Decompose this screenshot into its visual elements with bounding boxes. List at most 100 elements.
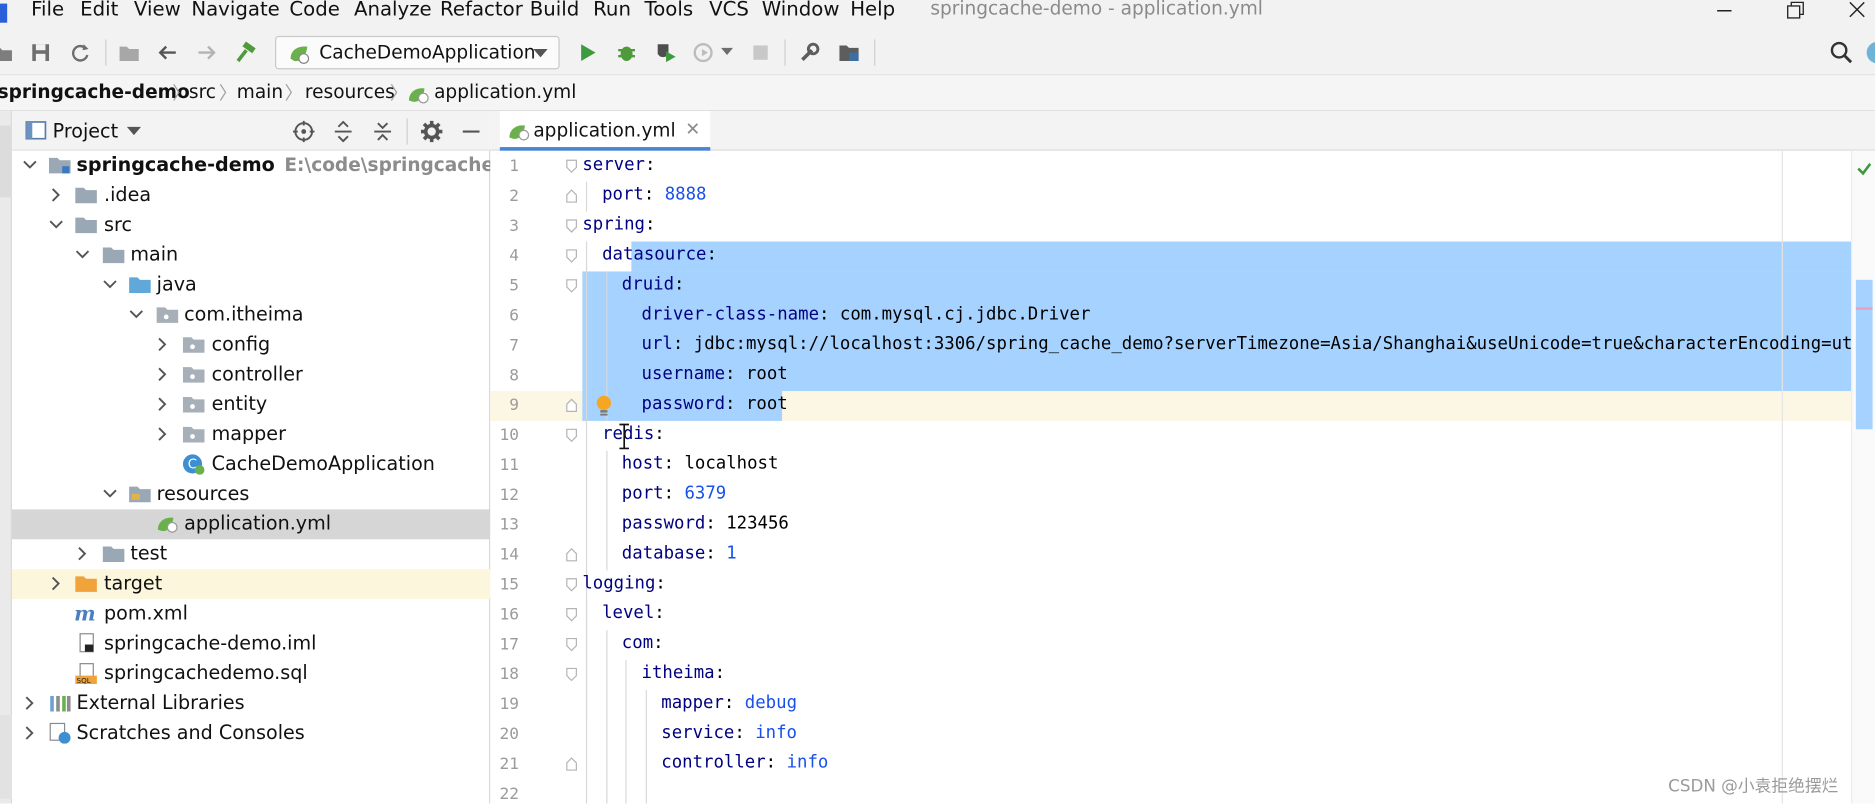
project-structure-icon[interactable]	[837, 41, 861, 65]
back-icon[interactable]	[155, 41, 179, 65]
tree-item-application-yml[interactable]: application.yml	[11, 509, 491, 540]
menu-refactor[interactable]: Refactor	[440, 0, 523, 20]
menu-navigate[interactable]: Navigate	[191, 0, 280, 20]
breadcrumb-resources[interactable]: resources	[305, 81, 395, 103]
fold-marker-icon[interactable]	[566, 548, 578, 562]
close-tab-icon[interactable]: ✕	[685, 118, 700, 140]
fold-marker-icon[interactable]	[566, 578, 578, 592]
tree-item-idea[interactable]: .idea	[12, 181, 490, 211]
menu-analyze[interactable]: Analyze	[354, 0, 432, 20]
fold-marker-icon[interactable]	[566, 249, 578, 263]
fold-marker-icon[interactable]	[566, 398, 578, 412]
chevron-down-icon[interactable]	[48, 216, 65, 233]
chevron-right-icon[interactable]	[154, 366, 171, 383]
tree-item-controller[interactable]: controller	[12, 360, 490, 390]
ide-assistant-icon[interactable]	[1865, 41, 1875, 65]
menu-help[interactable]: Help	[850, 0, 895, 20]
tree-item-test[interactable]: test	[12, 539, 490, 569]
menu-vcs[interactable]: VCS	[709, 0, 749, 20]
run-configuration-select[interactable]: CacheDemoApplication	[275, 35, 560, 70]
hide-panel-icon[interactable]	[460, 121, 482, 143]
chevron-down-icon[interactable]	[102, 276, 119, 293]
menu-view[interactable]: View	[134, 0, 181, 20]
fold-marker-icon[interactable]	[566, 428, 578, 443]
fold-marker-icon[interactable]	[566, 667, 578, 682]
fold-marker-icon[interactable]	[566, 219, 578, 233]
editor-tab-application-yml[interactable]: application.yml ✕	[499, 111, 711, 151]
inspection-ok-icon[interactable]	[1856, 160, 1873, 177]
close-window-icon[interactable]	[1839, 0, 1875, 24]
chevron-right-icon[interactable]	[154, 396, 171, 413]
forward-icon[interactable]	[195, 41, 219, 65]
chevron-right-icon[interactable]	[48, 575, 65, 592]
tree-item-cachedemoapplication[interactable]: C CacheDemoApplication	[12, 450, 490, 480]
menu-build[interactable]: Build	[530, 0, 580, 20]
chevron-down-icon[interactable]	[74, 246, 91, 263]
chevron-right-icon[interactable]	[22, 725, 39, 742]
menu-tools[interactable]: Tools	[645, 0, 694, 20]
menu-file[interactable]: File	[31, 0, 64, 20]
fold-marker-icon[interactable]	[566, 607, 578, 622]
breadcrumb-main[interactable]: main	[237, 81, 283, 103]
structure-tool-window-button[interactable]	[0, 715, 12, 799]
chevron-right-icon[interactable]	[74, 545, 91, 562]
run-with-coverage-icon[interactable]	[654, 41, 678, 65]
chevron-right-icon[interactable]	[22, 695, 39, 712]
tree-item-scratches[interactable]: Scratches and Consoles	[12, 719, 490, 749]
fold-marker-icon[interactable]	[566, 159, 578, 174]
folder-icon[interactable]	[117, 41, 141, 65]
run-icon[interactable]	[575, 41, 599, 65]
tree-item-src[interactable]: src	[12, 210, 490, 240]
expand-all-icon[interactable]	[332, 120, 354, 143]
breadcrumb-src[interactable]: src	[189, 81, 216, 103]
menu-code[interactable]: Code	[289, 0, 340, 20]
minimize-icon[interactable]	[1706, 0, 1742, 24]
tree-item-target[interactable]: target	[11, 569, 491, 600]
chevron-down-icon[interactable]	[22, 157, 39, 174]
settings-wrench-icon[interactable]	[798, 41, 822, 65]
editor-scrollbar[interactable]	[1851, 150, 1875, 804]
tree-item-java[interactable]: java	[12, 270, 490, 300]
gear-icon[interactable]	[420, 120, 443, 143]
menu-edit[interactable]: Edit	[80, 0, 118, 20]
chevron-right-icon[interactable]	[154, 426, 171, 443]
fold-marker-icon[interactable]	[566, 757, 578, 771]
chevron-right-icon[interactable]	[48, 187, 65, 204]
fold-marker-icon[interactable]	[566, 279, 578, 293]
open-folder-icon[interactable]	[0, 41, 14, 65]
tree-item-com-itheima[interactable]: com.itheima	[12, 300, 490, 330]
restore-icon[interactable]	[1777, 0, 1813, 24]
left-tool-stripe[interactable]	[0, 111, 12, 804]
build-hammer-icon[interactable]	[233, 41, 257, 65]
sync-icon[interactable]	[68, 41, 92, 65]
chevron-down-icon[interactable]	[102, 485, 119, 502]
chevron-right-icon[interactable]	[154, 336, 171, 353]
tree-item-external-libraries[interactable]: External Libraries	[12, 689, 490, 719]
tree-item-sql[interactable]: SQL springcachedemo.sql	[12, 659, 490, 689]
tree-item-pom-xml[interactable]: m pom.xml	[12, 599, 490, 629]
debug-icon[interactable]	[615, 41, 639, 65]
breadcrumb-project[interactable]: springcache-demo	[0, 81, 190, 103]
search-everywhere-icon[interactable]	[1830, 41, 1854, 65]
profile-dropdown-icon[interactable]	[720, 47, 734, 59]
menu-run[interactable]: Run	[593, 0, 631, 20]
save-all-icon[interactable]	[29, 41, 53, 65]
tree-item-resources[interactable]: resources	[12, 480, 490, 510]
locate-icon[interactable]	[292, 120, 315, 143]
tree-item-iml[interactable]: springcache-demo.iml	[12, 629, 490, 659]
project-tool-window-button[interactable]	[0, 125, 12, 198]
profile-icon[interactable]	[691, 41, 715, 65]
fold-marker-icon[interactable]	[566, 189, 578, 203]
tree-item-entity[interactable]: entity	[12, 390, 490, 420]
tree-item-mapper[interactable]: mapper	[12, 420, 490, 450]
project-panel-title[interactable]: Project	[53, 120, 118, 143]
tree-item-config[interactable]: config	[12, 330, 490, 360]
fold-marker-icon[interactable]	[566, 637, 578, 652]
tree-item-main[interactable]: main	[12, 240, 490, 270]
project-view-dropdown-icon[interactable]	[126, 126, 142, 137]
menu-window[interactable]: Window	[762, 0, 840, 20]
breadcrumb-file[interactable]: application.yml	[434, 81, 576, 103]
stop-icon[interactable]	[749, 41, 773, 65]
collapse-all-icon[interactable]	[372, 121, 394, 143]
chevron-down-icon[interactable]	[128, 306, 145, 323]
